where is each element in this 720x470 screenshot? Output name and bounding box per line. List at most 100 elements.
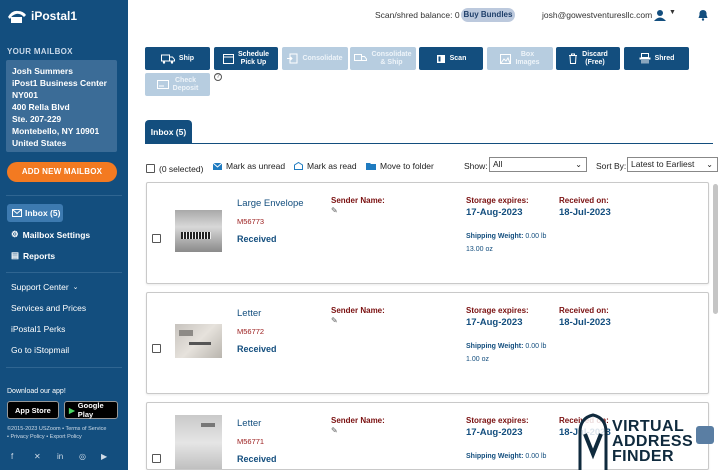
sort-select[interactable]: Latest to Earliest ⌄ <box>627 157 718 172</box>
schedule-label-2: Pick Up <box>240 58 267 66</box>
consolidate-ship-button[interactable]: Consolidate & Ship <box>350 47 416 70</box>
show-select[interactable]: All ⌄ <box>489 157 587 172</box>
scan-label: Scan <box>449 54 467 62</box>
item-checkbox[interactable] <box>152 454 161 463</box>
item-type[interactable]: Letter <box>237 308 261 319</box>
check-deposit-label-2: Deposit <box>172 84 199 92</box>
truck-icon <box>354 54 368 61</box>
storage-date: 17-Aug-2023 <box>466 207 523 218</box>
scrollbar[interactable] <box>713 184 718 314</box>
divider <box>6 367 122 368</box>
sidebar-item-mailbox-settings[interactable]: ⚙ Mailbox Settings <box>11 229 90 240</box>
folder-icon <box>366 163 376 170</box>
tab-inbox[interactable]: Inbox (5) <box>145 120 192 144</box>
move-folder-button[interactable]: Move to folder <box>366 161 434 171</box>
envelope-open-icon <box>294 162 303 170</box>
add-mailbox-button[interactable]: ADD NEW MAILBOX <box>7 162 117 182</box>
item-id: M56772 <box>237 327 265 336</box>
services-prices-link[interactable]: Services and Prices <box>11 303 86 313</box>
chevron-down-icon: ⌄ <box>72 284 79 291</box>
sort-label: Sort By: <box>596 161 627 171</box>
item-id: M56773 <box>237 217 265 226</box>
weight-lb: 0.00 lb <box>525 453 547 460</box>
scan-button[interactable]: Scan <box>419 47 483 70</box>
download-label: Download our app! <box>7 388 66 395</box>
trash-icon <box>569 53 578 64</box>
mark-unread-button[interactable]: Mark as unread <box>213 161 285 171</box>
divider <box>6 195 122 196</box>
item-status: Received <box>237 454 277 464</box>
play-icon: ▶ <box>69 405 75 415</box>
your-mailbox-label: YOUR MAILBOX <box>7 47 73 56</box>
ship-button[interactable]: Ship <box>145 47 210 70</box>
support-center-link[interactable]: Support Center ⌄ <box>11 282 79 292</box>
shred-button[interactable]: Shred <box>624 47 689 70</box>
edit-icon[interactable]: ✎ <box>331 316 338 325</box>
address-line: United States <box>12 138 67 148</box>
image-icon <box>500 53 512 64</box>
sidebar: iPostal1 YOUR MAILBOX Josh Summers iPost… <box>0 0 128 470</box>
google-play-button[interactable]: ▶ Google Play <box>64 401 118 419</box>
twitter-icon[interactable]: ✕ <box>34 452 41 461</box>
bell-icon[interactable] <box>697 9 709 21</box>
shipping-weight-label: Shipping Weight: <box>466 453 524 460</box>
mail-item-card[interactable]: Letter M56772 Received Sender Name: ✎ St… <box>146 292 709 394</box>
instagram-icon[interactable]: ◎ <box>79 452 86 461</box>
istopmail-link[interactable]: Go to iStopmail <box>11 345 69 355</box>
app-store-button[interactable]: App Store <box>7 401 59 419</box>
item-checkbox[interactable] <box>152 344 161 353</box>
sidebar-item-inbox[interactable]: Inbox (5) <box>7 204 63 222</box>
item-status: Received <box>237 234 277 244</box>
sidebar-item-reports[interactable]: ▤ Reports <box>11 250 55 261</box>
envelope-thumbnail[interactable] <box>175 415 222 469</box>
schedule-label: Schedule <box>237 50 270 58</box>
weight-oz: 1.00 oz <box>466 356 489 363</box>
scan-balance: Scan/shred balance: 0 <box>375 10 460 20</box>
logo[interactable]: iPostal1 <box>6 8 77 24</box>
mail-item-card[interactable]: Large Envelope M56773 Received Sender Na… <box>146 182 709 284</box>
chevron-down-icon[interactable]: ▼ <box>669 9 676 16</box>
move-folder-label: Move to folder <box>380 161 434 171</box>
logo-text: iPostal1 <box>31 9 78 23</box>
check-deposit-button[interactable]: Check Deposit <box>145 73 210 96</box>
item-type[interactable]: Large Envelope <box>237 198 304 209</box>
user-icon[interactable] <box>653 9 667 21</box>
buy-bundles-button[interactable]: Buy Bundles <box>461 8 515 22</box>
envelope-thumbnail[interactable] <box>175 324 222 358</box>
facebook-icon[interactable]: f <box>11 452 13 461</box>
mark-unread-label: Mark as unread <box>226 161 286 171</box>
storage-label: Storage expires: <box>466 416 529 425</box>
scan-icon <box>436 54 445 63</box>
item-type[interactable]: Letter <box>237 418 261 429</box>
policy-links[interactable]: • Privacy Policy • Export Policy <box>7 434 82 440</box>
sidebar-item-label: Inbox (5) <box>25 208 61 218</box>
youtube-icon[interactable]: ▶ <box>101 452 107 461</box>
chart-icon: ▤ <box>11 250 20 260</box>
linkedin-icon[interactable]: in <box>57 452 63 461</box>
item-checkbox[interactable] <box>152 234 161 243</box>
box-images-label-2: Images <box>515 58 540 66</box>
weight-lb: 0.00 lb <box>525 233 547 240</box>
discard-label-2: (Free) <box>585 58 605 66</box>
edit-icon[interactable]: ✎ <box>331 206 338 215</box>
envelope-thumbnail[interactable] <box>175 210 222 252</box>
discard-button[interactable]: Discard (Free) <box>556 47 620 70</box>
consolidate-label: Consolidate <box>302 54 343 62</box>
help-icon[interactable]: ? <box>214 73 222 81</box>
app-store-label: App Store <box>15 405 51 415</box>
schedule-pickup-button[interactable]: Schedule Pick Up <box>214 47 278 70</box>
copyright[interactable]: ©2015-2023 USZoom • Terms of Service <box>7 426 106 432</box>
tab-divider <box>145 143 713 144</box>
received-label: Received on: <box>559 306 609 315</box>
address-line: NY001 <box>12 90 38 100</box>
perks-link[interactable]: iPostal1 Perks <box>11 324 65 334</box>
box-images-label: Box <box>520 50 535 58</box>
user-email[interactable]: josh@gowestventuresllc.com <box>542 10 652 20</box>
shipping-weight: Shipping Weight: 0.00 lb <box>466 343 546 350</box>
chat-button[interactable] <box>696 426 714 444</box>
consolidate-button[interactable]: Consolidate <box>282 47 348 70</box>
mark-read-button[interactable]: Mark as read <box>294 161 357 171</box>
edit-icon[interactable]: ✎ <box>331 426 338 435</box>
box-images-button[interactable]: Box Images <box>487 47 553 70</box>
select-all-checkbox[interactable] <box>146 164 155 173</box>
